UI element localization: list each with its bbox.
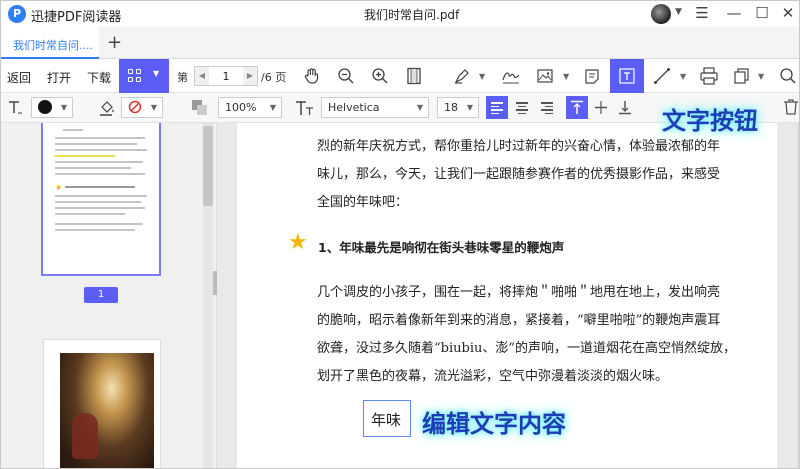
edit-box-text: 年味	[371, 411, 402, 429]
image-icon[interactable]	[536, 67, 554, 85]
close-icon[interactable]: ✕	[775, 2, 799, 24]
text-color-swatch	[38, 100, 52, 114]
tab-document[interactable]: 我们时常自问....	[1, 27, 99, 59]
tab-label: 我们时常自问....	[13, 39, 93, 52]
paragraph-line: 的脆响，昭示着像新年到来的消息，紧接着，“噼里啪啦”的鞭炮声震耳	[317, 313, 721, 328]
font-size-value: 18	[444, 101, 458, 114]
sidebar-scroll-thumb[interactable]	[203, 126, 213, 206]
paragraph-line: 几个调皮的小孩子，围在一起，将摔炮＂啪啪＂地甩在地上，发出响亮	[317, 285, 721, 300]
valign-middle-icon	[594, 100, 608, 115]
page-number-badge: 1	[84, 287, 118, 303]
section-heading: 1、年味最先是响彻在街头巷味零星的鞭炮声	[318, 240, 565, 255]
document-title: 我们时常自问.pdf	[364, 8, 460, 22]
print-icon[interactable]	[699, 67, 719, 85]
align-left-button[interactable]	[486, 96, 508, 119]
note-icon[interactable]	[583, 67, 601, 85]
chevron-down-icon[interactable]: ▼	[758, 72, 764, 81]
chevron-down-icon: ▼	[60, 103, 67, 112]
signature-icon[interactable]	[501, 67, 521, 85]
copy-icon[interactable]	[733, 67, 751, 85]
valign-bottom-button[interactable]	[614, 96, 636, 119]
text-edit-box[interactable]: 年味	[363, 400, 411, 437]
chevron-down-icon: ▼	[269, 103, 276, 112]
open-button[interactable]: 打开	[47, 69, 71, 86]
align-center-button[interactable]	[511, 96, 533, 119]
paragraph-line: 味儿，那么，今天，让我们一起跟随参赛作者的优秀摄影作品，来感受	[317, 167, 721, 182]
title-bar: P 迅捷PDF阅读器 我们时常自问.pdf ▼ ☰ — ☐ ✕	[1, 1, 799, 27]
align-left-icon	[491, 102, 503, 116]
valign-top-icon	[570, 100, 584, 115]
zoom-in-icon[interactable]	[371, 67, 389, 85]
annotation-edit-text: 编辑文字内容	[422, 410, 566, 438]
paragraph-line: 欲聋，没过多久随着“biubiu、澎”的声响，一道道烟花在高空悄然绽放，	[317, 341, 736, 356]
page-total: /6 页	[261, 71, 287, 84]
hand-tool-icon[interactable]	[303, 67, 321, 85]
chevron-down-icon: ▼	[466, 103, 473, 112]
paragraph-line: 全国的年味吧：	[317, 195, 409, 210]
chevron-down-icon[interactable]: ▼	[680, 72, 686, 81]
fill-color-select[interactable]: ▼	[121, 97, 163, 118]
highlight-pen-icon[interactable]	[453, 67, 471, 85]
paragraph-line: 烈的新年庆祝方式，帮你重拾儿时过新年的兴奋心情，体验最浓郁的年	[317, 139, 721, 154]
minimize-icon[interactable]: —	[721, 2, 747, 24]
avatar[interactable]	[651, 4, 671, 24]
fill-bucket-icon[interactable]	[98, 99, 116, 117]
chevron-down-icon: ▼	[150, 103, 157, 112]
align-right-icon	[541, 102, 553, 116]
align-center-icon	[516, 102, 528, 116]
align-right-button[interactable]	[536, 96, 558, 119]
download-button[interactable]: 下载	[87, 69, 111, 86]
page-number-input[interactable]	[209, 67, 243, 85]
prev-page-icon[interactable]: ◀	[195, 67, 209, 85]
font-family-value: Helvetica	[328, 101, 380, 114]
tab-bar: 我们时常自问.... +	[1, 27, 799, 59]
next-page-icon[interactable]: ▶	[243, 67, 257, 85]
app-title: 迅捷PDF阅读器	[31, 10, 122, 25]
grid-icon	[128, 69, 142, 83]
add-tab-icon[interactable]: +	[107, 32, 122, 53]
search-icon[interactable]	[779, 67, 797, 85]
text-tool-button[interactable]	[610, 59, 644, 93]
page-navigator: ◀ ▶	[194, 66, 258, 86]
text-box-icon	[618, 67, 636, 85]
page-thumbnail-2[interactable]	[43, 339, 161, 468]
valign-top-button[interactable]	[566, 96, 588, 119]
star-icon: ★	[288, 230, 308, 255]
chevron-down-icon: ▼	[416, 103, 423, 112]
fit-page-icon[interactable]	[405, 67, 423, 85]
back-button[interactable]: 返回	[7, 69, 31, 86]
chevron-down-icon[interactable]: ▼	[479, 72, 485, 81]
valign-bottom-icon	[618, 100, 632, 115]
chevron-down-icon: ▼	[153, 69, 160, 78]
line-tool-icon[interactable]	[653, 67, 671, 85]
zoom-out-icon[interactable]	[337, 67, 355, 85]
app-logo-icon: P	[8, 5, 26, 23]
zoom-select[interactable]: 100% ▼	[218, 97, 282, 118]
apps-menu-button[interactable]: ▼	[119, 59, 169, 93]
app-window: P 迅捷PDF阅读器 我们时常自问.pdf ▼ ☰ — ☐ ✕ 我们时常自问..…	[0, 0, 800, 469]
zoom-value: 100%	[225, 101, 257, 114]
opacity-icon[interactable]	[191, 99, 209, 117]
no-color-icon	[128, 100, 142, 114]
text-format-icon[interactable]	[7, 99, 23, 115]
paragraph-line: 划开了黑色的夜幕，流光溢彩，空气中弥漫着淡淡的烟火味。	[317, 369, 669, 384]
valign-middle-button[interactable]	[590, 96, 612, 119]
trash-icon[interactable]	[783, 98, 799, 116]
star-icon: ★	[55, 183, 63, 192]
chevron-down-icon[interactable]: ▼	[675, 7, 682, 17]
thumbnail-photo	[60, 353, 154, 468]
font-size-select[interactable]: 18 ▼	[437, 97, 479, 118]
chevron-down-icon[interactable]: ▼	[563, 72, 569, 81]
annotation-text-button: 文字按钮	[662, 107, 758, 135]
font-family-select[interactable]: Helvetica ▼	[321, 97, 429, 118]
maximize-icon[interactable]: ☐	[749, 2, 775, 24]
menu-icon[interactable]: ☰	[689, 2, 715, 24]
page-thumbnail-1[interactable]: ★	[41, 123, 161, 276]
main-toolbar: 返回 打开 下载 ▼ 第 ◀ ▶ /6 页	[1, 59, 799, 93]
font-size-icon[interactable]	[295, 99, 315, 117]
page-prefix: 第	[177, 71, 188, 84]
